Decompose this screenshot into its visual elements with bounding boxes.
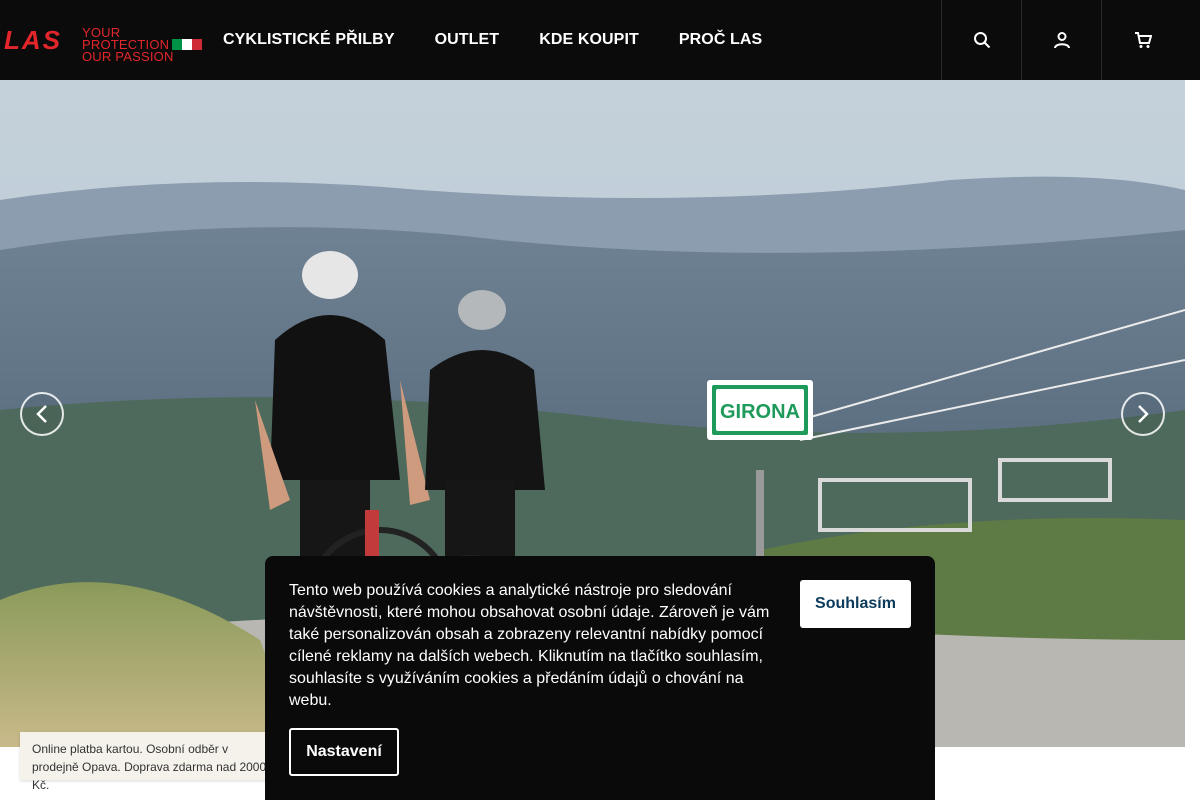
italian-flag-icon: [172, 39, 202, 50]
nav-item-helmets[interactable]: CYKLISTICKÉ PŘILBY: [223, 31, 395, 49]
cart-icon: [1134, 32, 1152, 48]
user-icon: [1053, 32, 1070, 49]
nav-item-where-to-buy[interactable]: KDE KOUPIT: [539, 31, 639, 49]
nav-item-outlet[interactable]: OUTLET: [435, 31, 500, 49]
chevron-right-icon: [1138, 405, 1149, 423]
logo-brand: LAS: [4, 25, 62, 55]
cookie-settings-button[interactable]: Nastavení: [289, 728, 399, 776]
nav-item-why-las[interactable]: PROČ LAS: [679, 31, 762, 49]
logo-tagline-2: OUR PASSION: [82, 49, 174, 64]
girona-sign: GIRONA: [720, 401, 800, 423]
shipping-info-bar: Online platba kartou. Osobní odběr v pro…: [20, 732, 280, 792]
cookie-accept-button[interactable]: Souhlasím: [800, 580, 911, 628]
chevron-left-icon: [36, 405, 47, 423]
cookie-consent-text: Tento web používá cookies a analytické n…: [289, 582, 770, 709]
slider-prev-button[interactable]: [20, 392, 64, 436]
search-icon: [973, 32, 990, 49]
account-button[interactable]: [1021, 0, 1101, 80]
slider-next-button[interactable]: [1121, 392, 1165, 436]
main-nav: CYKLISTICKÉ PŘILBY OUTLET KDE KOUPIT PRO…: [223, 0, 802, 80]
site-header: LAS YOUR PROTECTION OUR PASSION CYKLISTI…: [0, 0, 1200, 80]
las-logo[interactable]: LAS YOUR PROTECTION OUR PASSION: [4, 25, 204, 63]
cookie-consent-bar: Tento web používá cookies a analytické n…: [265, 556, 935, 800]
cart-button[interactable]: [1101, 0, 1183, 80]
search-button[interactable]: [941, 0, 1021, 80]
page-scrollbar[interactable]: [1185, 80, 1200, 800]
